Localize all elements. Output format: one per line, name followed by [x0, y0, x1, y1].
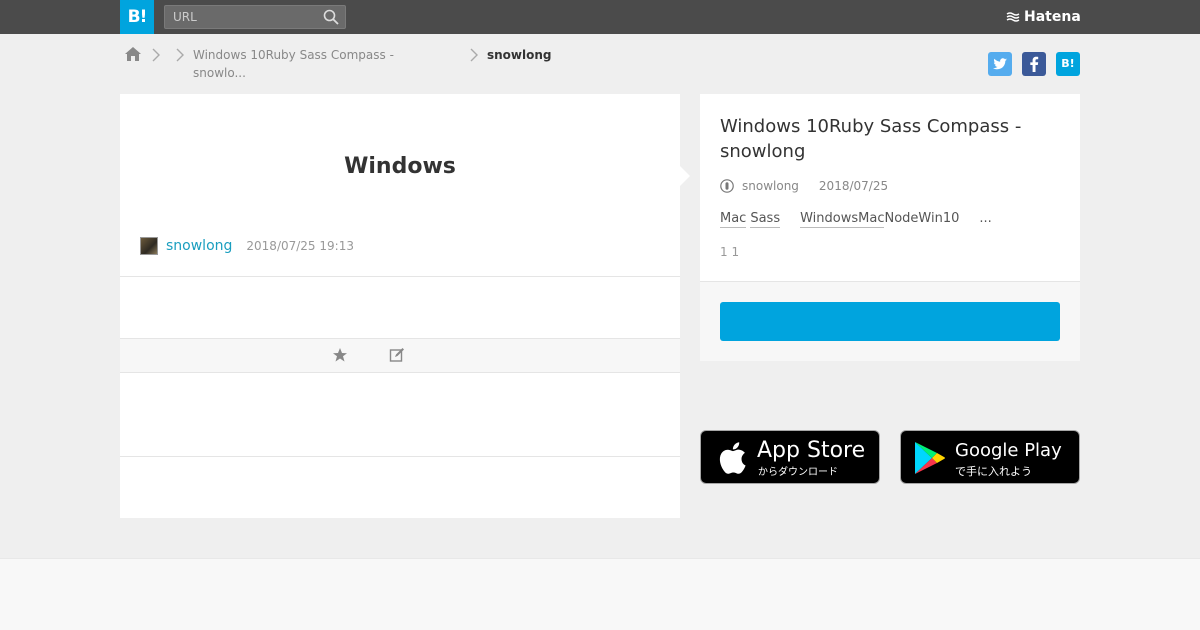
twitter-share-button[interactable] — [988, 52, 1012, 76]
user-icon — [720, 179, 734, 193]
breadcrumb-entry-line1: Windows 10Ruby Sass Compass - — [193, 48, 394, 62]
top-bar: B! Hatena — [0, 0, 1200, 34]
google-play-icon — [915, 442, 945, 474]
tag-link[interactable]: WindowsMac — [800, 211, 885, 228]
entry-meta-row: snowlong 2018/07/25 — [720, 179, 888, 193]
avatar[interactable] — [140, 237, 158, 255]
author-link[interactable]: snowlong — [166, 238, 232, 254]
entry-title: Windows — [344, 154, 456, 179]
entry-action-bar — [120, 338, 680, 373]
bookmark-count: 1 1 — [720, 245, 740, 259]
breadcrumb-chevron-icon — [470, 48, 478, 62]
search-box — [164, 5, 346, 29]
edit-icon[interactable] — [389, 347, 405, 363]
hatena-brand-link[interactable]: Hatena — [1006, 7, 1081, 27]
google-play-title: Google Play — [955, 440, 1062, 461]
add-bookmark-button[interactable] — [720, 302, 1060, 341]
star-icon[interactable] — [332, 347, 348, 363]
tag-list: Mac Sass WindowsMac NodeWin10 ... — [720, 211, 992, 228]
hatena-brand-text: Hatena — [1024, 9, 1081, 25]
hatena-bookmark-share-button[interactable]: B! — [1056, 52, 1080, 76]
google-play-subtitle: で手に入れよう — [955, 465, 1032, 478]
entry-summary-panel: Windows 10Ruby Sass Compass - snowlong s… — [700, 94, 1080, 361]
search-input[interactable] — [165, 6, 315, 28]
apple-icon — [719, 442, 746, 474]
search-icon[interactable] — [323, 9, 339, 25]
entry-summary-title[interactable]: Windows 10Ruby Sass Compass - snowlong — [720, 114, 1050, 164]
google-play-button[interactable]: Google Play で手に入れよう — [900, 430, 1080, 484]
twitter-icon — [993, 58, 1007, 70]
divider — [120, 276, 680, 277]
entry-author-row: snowlong 2018/07/25 19:13 — [140, 237, 354, 255]
app-store-subtitle: からダウンロード — [758, 467, 838, 478]
breadcrumb-chevron-icon — [152, 48, 160, 62]
entry-panel: Windows snowlong 2018/07/25 19:13 — [120, 94, 680, 518]
breadcrumb-chevron-icon — [176, 48, 184, 62]
app-store-button[interactable]: App Store からダウンロード — [700, 430, 880, 484]
entry-date: 2018/07/25 — [818, 179, 889, 193]
tag-link[interactable]: Sass — [750, 211, 781, 228]
tag-link[interactable]: NodeWin10 — [884, 211, 959, 228]
hatena-mark-icon — [1006, 12, 1020, 22]
more-tags-link[interactable]: ... — [979, 211, 991, 228]
footer — [0, 558, 1200, 630]
home-icon[interactable] — [124, 45, 142, 63]
breadcrumb-entry-link[interactable]: Windows 10Ruby Sass Compass - snowlo... — [193, 46, 394, 82]
breadcrumb-entry-line2: snowlo... — [193, 66, 246, 80]
facebook-share-button[interactable] — [1022, 52, 1046, 76]
app-store-title: App Store — [757, 438, 866, 463]
entry-user-link[interactable]: snowlong — [742, 179, 799, 193]
tag-link[interactable]: Mac — [720, 211, 747, 228]
hatena-bookmark-logo[interactable]: B! — [120, 0, 154, 34]
divider — [120, 456, 680, 457]
entry-datetime: 2018/07/25 19:13 — [246, 239, 354, 253]
panel-pointer — [680, 166, 690, 186]
breadcrumb-current: snowlong — [487, 48, 552, 62]
facebook-icon — [1030, 56, 1039, 72]
